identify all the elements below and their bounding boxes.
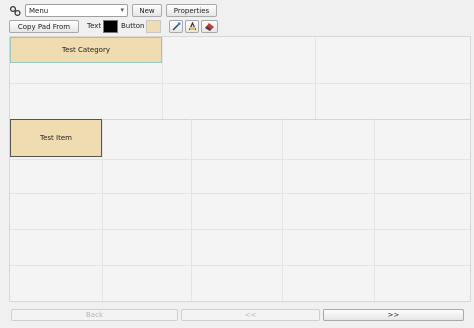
- menu-select-value: Menu: [29, 7, 49, 15]
- previous-page-button[interactable]: <<: [181, 309, 320, 321]
- grid-divider: [10, 229, 470, 230]
- grid-divider: [10, 83, 470, 84]
- grid-divider: [102, 119, 103, 301]
- grid-divider: [10, 193, 470, 194]
- new-button[interactable]: New: [132, 4, 162, 17]
- text-color-swatch[interactable]: [103, 20, 118, 33]
- grid-divider: [374, 119, 375, 301]
- category-button[interactable]: Test Category: [10, 37, 162, 63]
- menu-select[interactable]: Menu ▾: [25, 4, 128, 17]
- next-page-button[interactable]: >>: [323, 309, 464, 321]
- back-button[interactable]: Back: [11, 309, 178, 321]
- grid-divider: [315, 37, 316, 119]
- text-style-button[interactable]: [185, 20, 199, 33]
- properties-button-label: Properties: [173, 6, 210, 15]
- grid-divider: [282, 119, 283, 301]
- paint-brush-button[interactable]: [169, 20, 183, 33]
- item-button[interactable]: Test Item: [10, 119, 102, 157]
- button-color-swatch[interactable]: [146, 20, 161, 33]
- category-button-label: Test Category: [62, 46, 110, 54]
- eraser-button[interactable]: [201, 20, 218, 33]
- menu-editor-canvas: Test Category Test Item: [9, 36, 471, 302]
- next-page-label: >>: [387, 311, 400, 319]
- copy-pad-from-button[interactable]: Copy Pad From: [9, 20, 79, 33]
- item-button-label: Test Item: [40, 134, 72, 142]
- grid-divider: [191, 119, 192, 301]
- previous-page-label: <<: [244, 311, 257, 319]
- grid-divider: [10, 159, 470, 160]
- copy-pad-from-label: Copy Pad From: [17, 22, 71, 31]
- chevron-down-icon: ▾: [120, 6, 124, 14]
- text-color-label: Text: [87, 22, 102, 30]
- text-style-icon: [188, 22, 196, 31]
- grid-divider: [162, 37, 163, 119]
- button-color-label: Button: [121, 22, 145, 30]
- new-button-label: New: [139, 6, 155, 15]
- grid-divider: [10, 265, 470, 266]
- back-button-label: Back: [86, 311, 103, 319]
- link-icon: [9, 5, 21, 17]
- eraser-icon: [205, 23, 214, 31]
- properties-button[interactable]: Properties: [166, 4, 217, 17]
- paint-brush-icon: [171, 22, 180, 31]
